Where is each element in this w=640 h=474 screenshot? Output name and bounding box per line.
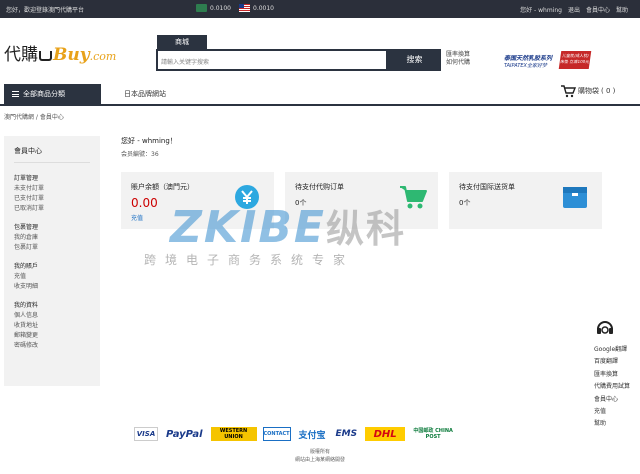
logo-domain: .com	[89, 50, 117, 63]
banner-title: 泰国天然乳胶系列	[504, 55, 553, 62]
watermark-sub: 跨境电子商务系统专家	[144, 253, 355, 267]
cart-link[interactable]: 購物袋 ( 0 )	[560, 84, 615, 98]
all-categories-label: 全部商品分類	[23, 90, 65, 98]
google-translate-link[interactable]: Google翻譯	[594, 344, 630, 356]
user-links: 您好 - whming 退出 會員中心 幫助	[520, 5, 628, 14]
search-input[interactable]: 請輸入关键字搜索	[156, 49, 388, 71]
search-button[interactable]: 搜索	[388, 49, 441, 71]
sidebar-group-profile: 我的資料 個人信息 收貨地址 郵箱變更 密碼修改	[14, 300, 90, 351]
exchange-rates: 0.0100 0.0010	[196, 4, 274, 12]
balance-card: 賬户余額（澳門元） 0.00 充值	[121, 172, 274, 229]
menu-icon	[12, 91, 19, 97]
how-to-buy-link[interactable]: 如何代購	[446, 59, 470, 67]
header-side-links: 匯率換算 如何代購	[446, 51, 470, 67]
banner-subtitle: TAIPATEX全家好梦	[504, 63, 547, 69]
sidebar-group-heading: 我的賬戶	[14, 263, 39, 270]
promo-banner[interactable]: 泰国天然乳胶系列 TAIPATEX全家好梦 儿童枕/成人枕/床垫 立减100元	[504, 51, 592, 71]
cart-count: ( 0 )	[601, 87, 616, 95]
sidebar-item-package-orders[interactable]: 包裹訂單	[14, 243, 90, 253]
shopping-cart-icon	[400, 186, 427, 209]
exchange-rate-link[interactable]: 匯率換算	[594, 369, 630, 381]
sidebar-title: 會員中心	[14, 146, 90, 163]
logout-link[interactable]: 退出	[568, 5, 580, 14]
sidebar-group-orders: 訂單管理 未支付訂單 已支付訂單 已取消訂單	[14, 173, 90, 214]
baidu-translate-link[interactable]: 百度翻譯	[594, 356, 630, 368]
sidebar-item-cancelled-orders[interactable]: 已取消訂單	[14, 204, 90, 214]
right-float-links: Google翻譯 百度翻譯 匯率換算 代購費用試算 會員中心 充值 幫助	[594, 344, 630, 431]
pending-purchase-card[interactable]: 待支付代购订单 0个	[285, 172, 438, 229]
recharge-link[interactable]: 充值	[131, 213, 264, 222]
site-logo[interactable]: 代購 Buy.com	[4, 40, 116, 65]
fee-calculator-link[interactable]: 代購費用試算	[594, 381, 630, 393]
sidebar-item-warehouse[interactable]: 我的倉庫	[14, 233, 90, 243]
sidebar-group-packages: 包裹管理 我的倉庫 包裹訂單	[14, 222, 90, 253]
cart-label: 購物袋	[578, 87, 599, 95]
user-greeting-link[interactable]: 您好 - whming	[520, 5, 562, 14]
banner-badge: 儿童枕/成人枕/床垫 立减100元	[558, 51, 592, 69]
breadcrumb: 澳門代購網 / 會員中心	[4, 114, 64, 121]
cart-icon	[561, 85, 576, 98]
package-box-icon	[563, 187, 587, 208]
headset-icon[interactable]	[595, 318, 615, 338]
payment-logos: VISA PayPal WESTERN UNION CONTACT 支付宝 EM…	[134, 424, 482, 444]
float-member-center-link[interactable]: 會員中心	[594, 394, 630, 406]
rate-macau: 0.0100	[196, 4, 231, 12]
sidebar-group-account: 我的賬戶 充值 收支明細	[14, 261, 90, 292]
dhl-logo: DHL	[365, 427, 406, 441]
exchange-link[interactable]: 匯率換算	[446, 51, 470, 59]
member-info: 您好 - whming！ 会员編號：36	[121, 136, 177, 158]
member-number: 会员編號：36	[121, 151, 159, 158]
rate-us: 0.0010	[239, 4, 274, 12]
alipay-logo: 支付宝	[298, 430, 326, 441]
sidebar-item-password[interactable]: 密碼修改	[14, 341, 90, 351]
welcome-text: 您好，歡迎登錄澳門代購平台	[6, 7, 85, 14]
nav-japan-sites[interactable]: 日本品牌網站	[124, 89, 166, 99]
sidebar-item-paid-orders[interactable]: 已支付訂單	[14, 194, 90, 204]
copyright: 版權所有	[309, 449, 330, 455]
rate-us-value: 0.0010	[253, 4, 274, 12]
sidebar-item-address[interactable]: 收貨地址	[14, 321, 90, 331]
float-recharge-link[interactable]: 充值	[594, 406, 630, 418]
us-flag-icon	[239, 4, 250, 12]
float-help-link[interactable]: 幫助	[594, 418, 630, 430]
logo-buy: Buy	[53, 45, 90, 65]
sidebar-group-heading: 訂單管理	[14, 175, 39, 182]
top-bar: 您好，歡迎登錄澳門代購平台 0.0100 0.0010 您好 - whming …	[0, 0, 640, 18]
china-post-logo: 中国邮政 CHINA POST	[413, 428, 453, 440]
contact-logo: CONTACT	[262, 427, 291, 441]
search-tab-mall[interactable]: 商城	[157, 35, 207, 49]
visa-logo: VISA	[134, 427, 158, 441]
sidebar-group-heading: 包裹管理	[14, 224, 39, 231]
help-link[interactable]: 幫助	[616, 5, 628, 14]
member-center-link[interactable]: 會員中心	[586, 5, 610, 14]
all-categories-button[interactable]: 全部商品分類	[4, 84, 101, 104]
header: 代購 Buy.com 商城 請輸入关键字搜索 搜索 匯率換算 如何代購 泰国天然乳…	[0, 18, 640, 80]
footer-company: 網站由上海某網絡開發	[294, 457, 345, 463]
paypal-logo: PayPal	[166, 428, 203, 440]
ems-logo: EMS	[335, 429, 358, 439]
member-greeting: 您好 - whming！	[121, 137, 177, 145]
yuan-icon	[235, 185, 259, 209]
sidebar-item-personal-info[interactable]: 個人信息	[14, 311, 90, 321]
pending-shipping-card[interactable]: 待支付国际送货单 0个	[449, 172, 602, 229]
sidebar-item-unpaid-orders[interactable]: 未支付訂單	[14, 184, 90, 194]
member-sidebar: 會員中心 訂單管理 未支付訂單 已支付訂單 已取消訂單 包裹管理 我的倉庫 包裹…	[4, 136, 100, 386]
western-union-logo: WESTERN UNION	[210, 427, 257, 441]
logo-cn: 代購	[4, 45, 38, 65]
nav-bar: 全部商品分類 日本品牌網站 購物袋 ( 0 )	[0, 84, 640, 106]
sidebar-item-transactions[interactable]: 收支明細	[14, 282, 90, 292]
sidebar-item-email-change[interactable]: 郵箱變更	[14, 331, 90, 341]
basket-icon	[39, 51, 52, 61]
macau-flag-icon	[196, 4, 207, 12]
sidebar-item-recharge[interactable]: 充值	[14, 272, 90, 282]
rate-macau-value: 0.0100	[210, 4, 231, 12]
sidebar-group-heading: 我的資料	[14, 302, 39, 309]
